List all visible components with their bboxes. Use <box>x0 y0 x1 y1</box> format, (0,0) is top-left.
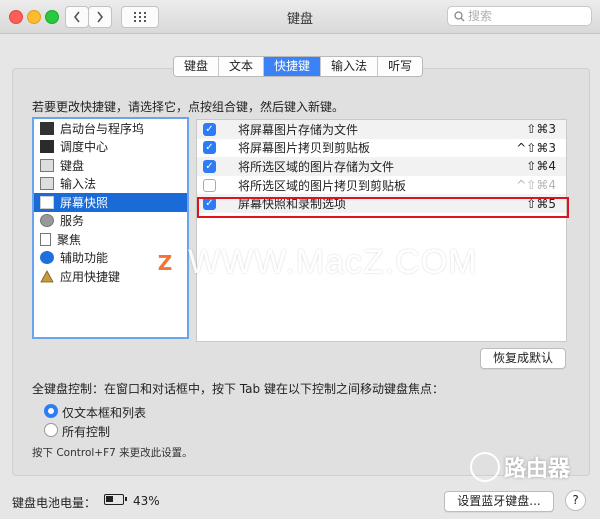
category-label: 调度中心 <box>60 140 109 155</box>
instruction-text: 若要更改快捷键，请选择它，点按组合键，然后键入新键。 <box>32 100 345 114</box>
category-label: 输入法 <box>60 177 97 192</box>
setup-bluetooth-keyboard-button[interactable]: 设置蓝牙键盘... <box>444 491 554 512</box>
screenshot-icon <box>40 195 54 209</box>
category-label: 聚焦 <box>57 232 82 247</box>
category-item-screenshots[interactable]: 屏幕快照 <box>34 193 187 212</box>
category-label: 屏幕快照 <box>60 195 109 210</box>
shortcut-row[interactable]: ✓ 将所选区域的图片存储为文件 ⇧⌘4 <box>197 157 566 176</box>
shortcut-checkbox[interactable]: ✓ <box>203 122 216 136</box>
shortcut-row[interactable]: ✓ 将屏幕图片拷贝到剪贴板 ^⇧⌘3 <box>197 139 566 158</box>
restore-defaults-button[interactable]: 恢复成默认 <box>480 348 566 369</box>
tab-dictation[interactable]: 听写 <box>378 57 423 76</box>
watermark-logo: Z <box>150 247 180 278</box>
category-list[interactable]: 启动台与程序坞 调度中心 键盘 输入法 屏幕快照 服务 聚焦 辅助功能 应用快捷… <box>32 117 189 339</box>
category-label: 辅助功能 <box>60 251 109 266</box>
category-item-services[interactable]: 服务 <box>34 212 187 231</box>
battery-label: 键盘电池电量： <box>12 496 97 510</box>
corner-watermark: 路由器 <box>470 451 570 483</box>
battery-icon <box>104 494 127 505</box>
tab-text[interactable]: 文本 <box>219 57 265 76</box>
tab-keyboard[interactable]: 键盘 <box>174 57 220 76</box>
category-item-input-sources[interactable]: 输入法 <box>34 175 187 194</box>
launchpad-icon <box>40 121 54 135</box>
category-item-mission-control[interactable]: 调度中心 <box>34 138 187 157</box>
shortcut-list[interactable]: ✓ 将屏幕图片存储为文件 ⇧⌘3 ✓ 将屏幕图片拷贝到剪贴板 ^⇧⌘3 ✓ 将所… <box>196 119 567 342</box>
shortcut-keys[interactable]: ⇧⌘3 <box>526 122 556 136</box>
shortcut-checkbox[interactable]: ✓ <box>203 141 216 155</box>
shortcut-checkbox[interactable]: ✓ <box>203 159 216 173</box>
app-shortcut-icon <box>40 269 54 283</box>
shortcut-label: 将屏幕图片拷贝到剪贴板 <box>238 141 371 156</box>
shortcut-keys[interactable]: ⇧⌘4 <box>526 159 556 173</box>
radio-all-controls[interactable] <box>44 423 58 437</box>
shortcut-row[interactable]: 将所选区域的图片拷贝到剪贴板 ^⇧⌘4 <box>197 176 566 195</box>
spotlight-icon <box>40 232 51 246</box>
tab-input-sources[interactable]: 输入法 <box>321 57 379 76</box>
shortcut-keys[interactable]: ^⇧⌘3 <box>516 141 556 155</box>
radio-label: 所有控制 <box>62 425 111 439</box>
shortcut-row[interactable]: ✓ 将屏幕图片存储为文件 ⇧⌘3 <box>197 120 566 139</box>
category-item-launchpad[interactable]: 启动台与程序坞 <box>34 119 187 138</box>
title-bar: 键盘 <box>0 0 600 34</box>
router-icon <box>470 452 500 482</box>
full-keyboard-access-label: 全键盘控制：在窗口和对话框中，按下 Tab 键在以下控制之间移动键盘焦点： <box>32 382 444 396</box>
category-item-keyboard[interactable]: 键盘 <box>34 156 187 175</box>
corner-watermark-text: 路由器 <box>504 457 571 482</box>
category-label: 服务 <box>60 214 85 229</box>
highlight-box <box>197 197 569 218</box>
search-icon <box>454 11 465 22</box>
mission-control-icon <box>40 140 54 154</box>
shortcut-label: 将所选区域的图片存储为文件 <box>238 159 395 174</box>
search-input[interactable] <box>468 8 583 24</box>
input-source-icon <box>40 177 54 191</box>
radio-text-boxes-lists[interactable] <box>44 404 58 418</box>
category-label: 启动台与程序坞 <box>60 121 145 136</box>
shortcut-label: 将屏幕图片存储为文件 <box>238 122 359 137</box>
category-label: 应用快捷键 <box>60 269 121 284</box>
tab-bar: 键盘 文本 快捷键 输入法 听写 <box>173 56 424 77</box>
tab-shortcuts[interactable]: 快捷键 <box>264 57 322 76</box>
category-label: 键盘 <box>60 158 85 173</box>
shortcut-keys[interactable]: ^⇧⌘4 <box>516 178 556 192</box>
radio-label: 仅文本框和列表 <box>62 406 147 420</box>
help-button[interactable]: ? <box>565 490 586 511</box>
accessibility-icon <box>40 251 54 265</box>
shortcut-checkbox[interactable] <box>203 178 216 192</box>
full-keyboard-note: 按下 Control+F7 来更改此设置。 <box>32 447 193 459</box>
battery-percent: 43% <box>133 494 160 508</box>
gear-icon <box>40 214 54 228</box>
keyboard-icon <box>40 158 54 172</box>
watermark: Z WWW.MacZ.COM <box>150 243 478 282</box>
search-field[interactable] <box>447 6 592 26</box>
watermark-text: WWW.MacZ.COM <box>188 243 478 281</box>
shortcut-label: 将所选区域的图片拷贝到剪贴板 <box>238 178 407 193</box>
